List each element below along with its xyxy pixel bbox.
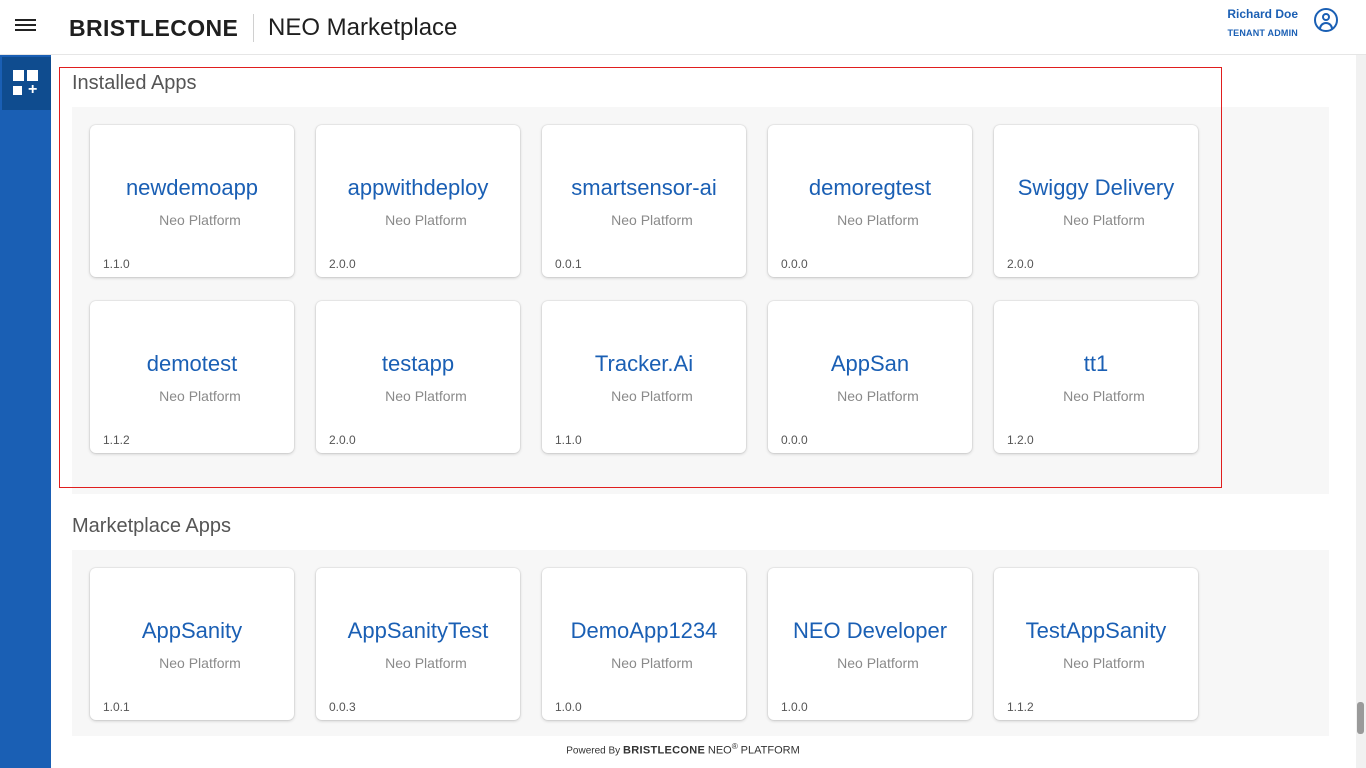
page-title: NEO Marketplace [268, 14, 458, 41]
footer-powered-by: Powered By [566, 745, 621, 757]
app-card-name: AppSanityTest [347, 618, 489, 643]
app-card-version: 0.0.3 [329, 700, 356, 714]
scrollbar-thumb[interactable] [1357, 702, 1364, 734]
app-card-version: 1.1.0 [555, 433, 582, 447]
app-card-name: NEO Developer [792, 618, 948, 643]
app-card-vendor: Neo Platform [385, 388, 467, 404]
app-card-version: 0.0.1 [555, 257, 582, 271]
app-card-version: 1.1.0 [103, 257, 130, 271]
app-card[interactable]: testapp Neo Platform 2.0.0 [316, 301, 520, 453]
footer-neo: NEO [707, 744, 732, 757]
user-circle-icon[interactable] [1314, 8, 1338, 32]
app-card-vendor: Neo Platform [1063, 655, 1145, 671]
app-card-vendor: Neo Platform [837, 655, 919, 671]
app-card-version: 2.0.0 [1007, 257, 1034, 271]
app-card[interactable]: DemoApp1234 Neo Platform 1.0.0 [542, 568, 746, 720]
app-card-vendor: Neo Platform [159, 388, 241, 404]
app-card-vendor: Neo Platform [385, 655, 467, 671]
scrollbar-track[interactable] [1356, 55, 1366, 768]
app-card-version: 0.0.0 [781, 433, 808, 447]
app-card-version: 1.2.0 [1007, 433, 1034, 447]
app-card-name: AppSanity [141, 618, 243, 643]
user-name[interactable]: Richard Doe [1227, 7, 1298, 21]
app-card[interactable]: Swiggy Delivery Neo Platform 2.0.0 [994, 125, 1198, 277]
app-card-name: smartsensor-ai [571, 175, 717, 200]
sidebar-item-marketplace[interactable]: + [2, 57, 51, 110]
app-card-vendor: Neo Platform [611, 655, 693, 671]
footer: Powered By BRISTLECONE NEO® PLATFORM [0, 741, 1366, 756]
app-card[interactable]: demotest Neo Platform 1.1.2 [90, 301, 294, 453]
footer-platform: PLATFORM [740, 744, 800, 757]
app-card-name: testapp [381, 351, 455, 376]
app-card-name: appwithdeploy [347, 175, 489, 200]
app-card-version: 2.0.0 [329, 433, 356, 447]
app-card-vendor: Neo Platform [611, 212, 693, 228]
app-card-name: Swiggy Delivery [1017, 175, 1175, 200]
app-card[interactable]: Tracker.Ai Neo Platform 1.1.0 [542, 301, 746, 453]
app-card-vendor: Neo Platform [385, 212, 467, 228]
app-card-version: 1.1.2 [103, 433, 130, 447]
app-card[interactable]: AppSanity Neo Platform 1.0.1 [90, 568, 294, 720]
app-card[interactable]: tt1 Neo Platform 1.2.0 [994, 301, 1198, 453]
app-card[interactable]: smartsensor-ai Neo Platform 0.0.1 [542, 125, 746, 277]
app-card-vendor: Neo Platform [1063, 388, 1145, 404]
app-card-vendor: Neo Platform [611, 388, 693, 404]
app-card-name: TestAppSanity [1025, 618, 1167, 643]
app-card[interactable]: newdemoapp Neo Platform 1.1.0 [90, 125, 294, 277]
app-card-version: 2.0.0 [329, 257, 356, 271]
app-card[interactable]: AppSan Neo Platform 0.0.0 [768, 301, 972, 453]
brand-logo: BRISTLECONE [69, 15, 239, 41]
app-card-name: demoregtest [808, 175, 932, 200]
app-card-version: 1.0.0 [781, 700, 808, 714]
app-card-name: tt1 [1083, 351, 1109, 376]
app-card[interactable]: demoregtest Neo Platform 0.0.0 [768, 125, 972, 277]
app-card-name: demotest [146, 351, 238, 376]
app-grid-add-icon: + [13, 70, 40, 98]
app-card[interactable]: AppSanityTest Neo Platform 0.0.3 [316, 568, 520, 720]
app-card-name: Tracker.Ai [594, 351, 694, 376]
app-card-vendor: Neo Platform [159, 212, 241, 228]
app-card-name: DemoApp1234 [570, 618, 718, 643]
header: BRISTLECONE NEO Marketplace Richard Doe … [0, 0, 1366, 55]
app-card-version: 1.0.1 [103, 700, 130, 714]
app-card-name: newdemoapp [125, 175, 259, 200]
app-card-vendor: Neo Platform [837, 212, 919, 228]
app-card[interactable]: NEO Developer Neo Platform 1.0.0 [768, 568, 972, 720]
sidebar: + [0, 55, 51, 768]
app-card-version: 1.0.0 [555, 700, 582, 714]
hamburger-menu-icon[interactable] [15, 16, 39, 38]
user-role: TENANT ADMIN [1227, 28, 1298, 38]
footer-brand: BRISTLECONE [622, 744, 706, 757]
footer-reg-mark: ® [731, 741, 738, 751]
installed-apps-title: Installed Apps [72, 72, 197, 94]
app-card-version: 0.0.0 [781, 257, 808, 271]
app-card-vendor: Neo Platform [159, 655, 241, 671]
app-card-vendor: Neo Platform [837, 388, 919, 404]
app-card[interactable]: appwithdeploy Neo Platform 2.0.0 [316, 125, 520, 277]
app-card-version: 1.1.2 [1007, 700, 1034, 714]
app-card-name: AppSan [830, 351, 910, 376]
marketplace-apps-title: Marketplace Apps [72, 515, 231, 537]
header-divider [253, 14, 254, 42]
app-card[interactable]: TestAppSanity Neo Platform 1.1.2 [994, 568, 1198, 720]
app-card-vendor: Neo Platform [1063, 212, 1145, 228]
